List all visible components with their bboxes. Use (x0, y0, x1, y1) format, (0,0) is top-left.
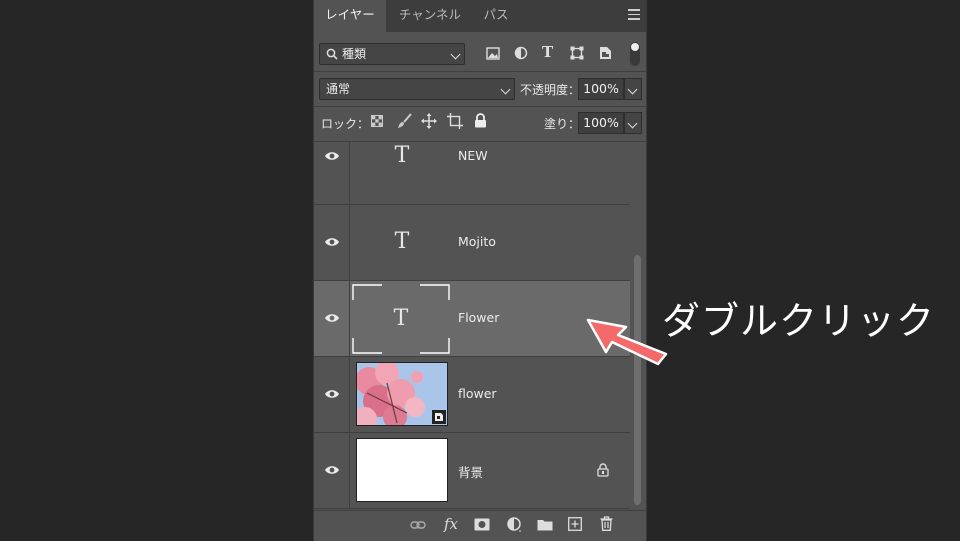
chevron-down-icon (627, 118, 638, 129)
type-icon: T (394, 229, 410, 254)
type-filter-icon[interactable]: T (542, 43, 553, 61)
eye-icon[interactable] (324, 310, 340, 326)
fill-input[interactable]: 100% (578, 112, 624, 134)
search-icon (326, 48, 338, 60)
shape-filter-icon[interactable] (570, 46, 584, 60)
adjustment-filter-icon[interactable] (514, 46, 528, 60)
layer-name[interactable]: NEW (458, 148, 488, 163)
opacity-label: 不透明度： (520, 83, 581, 97)
lock-icon[interactable] (597, 463, 609, 477)
filter-toggle[interactable] (630, 42, 640, 66)
smart-object-badge-icon (432, 410, 446, 424)
filter-kind-label: 種類 (342, 47, 367, 61)
lock-position-icon[interactable] (421, 113, 437, 129)
lock-all-icon[interactable] (474, 113, 487, 128)
group-folder-icon[interactable] (537, 518, 553, 531)
panel-tabs: レイヤー チャンネル パス (314, 0, 646, 32)
double-click-annotation: ダブルクリック (662, 299, 936, 343)
layer-row-mojito[interactable]: T Mojito (314, 205, 630, 281)
layer-name[interactable]: 背景 (458, 462, 483, 481)
eye-icon[interactable] (324, 386, 340, 402)
text-layer-thumbnail[interactable]: T (352, 284, 450, 354)
flower-image-thumbnail (356, 362, 448, 426)
tab-channels[interactable]: チャンネル (388, 0, 472, 32)
new-layer-icon[interactable] (568, 517, 582, 531)
lock-label: ロック： (321, 117, 370, 131)
lock-image-pixels-icon[interactable] (397, 113, 412, 129)
eye-icon[interactable] (324, 234, 340, 250)
eye-icon[interactable] (324, 148, 340, 164)
blend-mode-select[interactable]: 通常 (319, 78, 515, 100)
image-filter-icon[interactable] (486, 47, 500, 60)
text-layer-thumbnail: T (356, 210, 448, 274)
layer-row-new[interactable]: T NEW (314, 142, 630, 205)
opacity-dropdown-button[interactable] (624, 78, 642, 100)
trash-icon[interactable] (600, 516, 613, 531)
adjustment-layer-icon[interactable] (507, 517, 523, 533)
fx-icon[interactable]: fx (444, 515, 458, 533)
type-icon: T (393, 306, 409, 331)
layer-row-background[interactable]: 背景 (314, 433, 630, 509)
layer-name[interactable]: flower (458, 386, 497, 401)
layer-filter-select[interactable]: 種類 (319, 43, 465, 65)
lock-transparent-pixels-icon[interactable] (371, 115, 383, 127)
chevron-down-icon (500, 84, 511, 95)
link-icon[interactable] (410, 519, 426, 531)
layer-name[interactable]: Mojito (458, 234, 496, 249)
lock-artboard-icon[interactable] (447, 113, 463, 129)
tab-paths[interactable]: パス (474, 0, 518, 32)
fill-label: 塗り： (544, 117, 581, 131)
background-thumbnail (356, 438, 448, 502)
mask-icon[interactable] (474, 518, 490, 531)
layer-name[interactable]: Flower (458, 310, 499, 325)
panel-menu-icon[interactable] (628, 9, 640, 21)
layers-scrollbar[interactable] (634, 255, 641, 505)
fill-dropdown-button[interactable] (624, 112, 642, 134)
type-icon: T (394, 143, 410, 168)
text-layer-thumbnail: T (356, 142, 448, 188)
opacity-input[interactable]: 100% (578, 78, 624, 100)
layers-panel: レイヤー チャンネル パス 種類 T 通常 不透明度： 100% ロック： 塗り… (313, 0, 647, 541)
chevron-down-icon (450, 49, 461, 60)
layers-footer-toolbar: fx (314, 510, 646, 541)
blend-mode-value: 通常 (326, 82, 351, 96)
annotation-arrow (586, 318, 668, 366)
chevron-down-icon (627, 84, 638, 95)
tab-layers[interactable]: レイヤー (314, 0, 386, 32)
smart-object-filter-icon[interactable] (599, 46, 612, 60)
eye-icon[interactable] (324, 462, 340, 478)
